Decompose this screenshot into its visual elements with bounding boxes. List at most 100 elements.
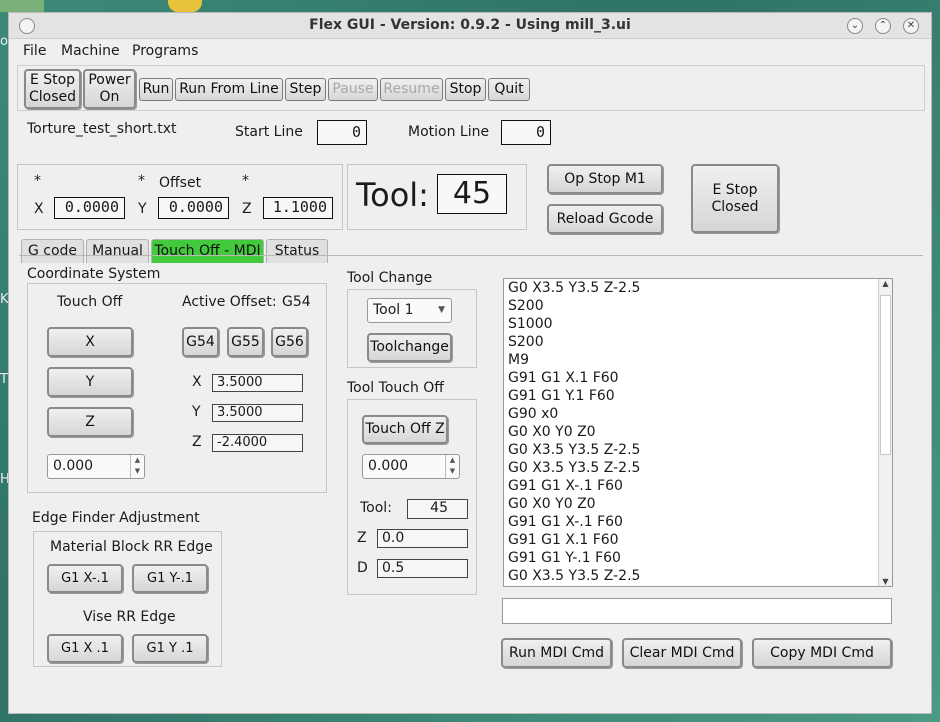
mdi-history-item[interactable]: G0 X3.5 Y3.5 Z-2.5	[504, 567, 892, 585]
mdi-history-list[interactable]: G0 X3.5 Y3.5 Z-2.5 S200 S1000 S200 M9 G91 G1 …	[503, 278, 893, 587]
mdi-history-lines: G0 X3.5 Y3.5 Z-2.5 S200 S1000 S200 M9 G91 G1 …	[504, 279, 892, 585]
op-stop-button[interactable]: Op Stop M1	[547, 164, 663, 194]
clear-mdi-button[interactable]: Clear MDI Cmd	[622, 638, 742, 668]
start-line-label: Start Line	[235, 124, 303, 140]
power-button[interactable]: Power On	[83, 69, 136, 109]
mdi-history-item[interactable]: G91 G1 X-.1 F60	[504, 477, 892, 495]
touch-off-value-spinbox[interactable]: 0.000 ▲ ▼	[47, 454, 145, 479]
mdi-history-item[interactable]: S1000	[504, 315, 892, 333]
g1-y-minus-button[interactable]: G1 Y-.1	[132, 564, 208, 593]
tool-touch-off-value: 0.000	[368, 458, 409, 474]
scroll-thumb[interactable]	[880, 295, 891, 455]
material-block-label: Material Block RR Edge	[50, 539, 213, 555]
coord-system-title: Coordinate System	[27, 266, 161, 282]
x-homed-indicator: *	[34, 173, 41, 189]
run-from-line-button[interactable]: Run From Line	[175, 78, 283, 101]
touch-off-x-button[interactable]: X	[47, 327, 133, 357]
g56-button[interactable]: G56	[271, 327, 308, 357]
menu-bar: File Machine Programs	[9, 40, 931, 64]
scroll-down-icon[interactable]: ▼	[879, 577, 892, 586]
motion-line-value: 0	[501, 120, 551, 145]
touch-off-y-button[interactable]: Y	[47, 367, 133, 397]
estop-status-button[interactable]: E Stop Closed	[691, 164, 779, 233]
scrollbar[interactable]: ▲ ▼	[878, 279, 892, 586]
title-bar[interactable]: Flex GUI - Version: 0.9.2 - Using mill_3…	[9, 13, 931, 39]
desktop-icon	[168, 0, 202, 12]
reload-gcode-button[interactable]: Reload Gcode	[547, 204, 663, 234]
g1-x-minus-button[interactable]: G1 X-.1	[47, 564, 123, 593]
mdi-history-item[interactable]: G0 X3.5 Y3.5 Z-2.5	[504, 459, 892, 477]
tab-gcode[interactable]: G code	[21, 239, 84, 263]
mdi-history-item[interactable]: S200	[504, 297, 892, 315]
g55-button[interactable]: G55	[227, 327, 264, 357]
tool-z-value: 0.0	[377, 529, 468, 548]
start-line-value: 0	[317, 120, 367, 145]
mdi-history-item[interactable]: G0 X0 Y0 Z0	[504, 495, 892, 513]
run-button[interactable]: Run	[139, 78, 173, 101]
offset-z-value: -2.4000	[212, 434, 303, 452]
offset-z-label: Z	[192, 434, 202, 450]
mdi-history-item[interactable]: M9	[504, 351, 892, 369]
mdi-history-item[interactable]: G91 G1 X.1 F60	[504, 531, 892, 549]
mdi-history-item[interactable]: G91 G1 Y.1 F60	[504, 387, 892, 405]
z-homed-indicator: *	[242, 173, 249, 189]
touch-off-value: 0.000	[53, 458, 94, 474]
resume-button[interactable]: Resume	[380, 78, 443, 101]
window-title: Flex GUI - Version: 0.9.2 - Using mill_3…	[309, 17, 631, 33]
tool-select-value: Tool 1	[373, 302, 414, 318]
scroll-up-icon[interactable]: ▲	[879, 279, 892, 288]
tool-select[interactable]: Tool 1 ▼	[367, 298, 452, 323]
mdi-history-item[interactable]: G91 G1 X.1 F60	[504, 369, 892, 387]
edge-finder-title: Edge Finder Adjustment	[32, 510, 200, 526]
tab-divider	[19, 255, 923, 256]
tab-status[interactable]: Status	[266, 239, 328, 263]
copy-mdi-button[interactable]: Copy MDI Cmd	[752, 638, 892, 668]
mdi-history-item[interactable]: S200	[504, 333, 892, 351]
mdi-history-item[interactable]: G90 x0	[504, 405, 892, 423]
estop-button[interactable]: E Stop Closed	[24, 69, 81, 109]
menu-machine[interactable]: Machine	[61, 43, 120, 59]
mdi-history-item[interactable]: G0 X3.5 Y3.5 Z-2.5	[504, 441, 892, 459]
mdi-input[interactable]	[502, 598, 892, 624]
tab-manual[interactable]: Manual	[86, 239, 149, 263]
close-icon[interactable]: ✕	[903, 18, 919, 34]
mdi-history-item[interactable]: G0 X0 Y0 Z0	[504, 423, 892, 441]
motion-line-label: Motion Line	[408, 124, 490, 140]
minimize-icon[interactable]: ⌄	[847, 18, 863, 34]
spin-arrows-icon[interactable]: ▲ ▼	[445, 455, 459, 478]
file-name: Torture_test_short.txt	[27, 121, 177, 137]
menu-programs[interactable]: Programs	[132, 43, 198, 59]
quit-button[interactable]: Quit	[488, 78, 530, 101]
tool-number-value: 45	[407, 499, 468, 519]
y-homed-indicator: *	[138, 173, 145, 189]
toolchange-button[interactable]: Toolchange	[367, 333, 452, 362]
mdi-history-item[interactable]: G91 G1 Y-.1 F60	[504, 549, 892, 567]
chevron-down-icon: ▼	[438, 305, 445, 315]
tool-touch-off-title: Tool Touch Off	[347, 380, 444, 396]
offset-x-label: X	[192, 374, 202, 390]
tool-touch-off-spinbox[interactable]: 0.000 ▲ ▼	[362, 454, 460, 479]
mdi-history-item[interactable]: G0 X3.5 Y3.5 Z-2.5	[504, 279, 892, 297]
touch-off-label: Touch Off	[57, 294, 123, 310]
touch-off-z-button[interactable]: Z	[47, 407, 133, 437]
tab-touch-off-mdi[interactable]: Touch Off - MDI	[151, 239, 264, 263]
offset-y-value: 3.5000	[212, 404, 303, 422]
mdi-history-item[interactable]: G91 G1 X-.1 F60	[504, 513, 892, 531]
spin-arrows-icon[interactable]: ▲ ▼	[130, 455, 144, 478]
dro-y-label: Y	[138, 201, 147, 217]
dro-z-value: 1.1000	[263, 197, 333, 219]
menu-file[interactable]: File	[23, 43, 46, 59]
dro-y-value: 0.0000	[158, 197, 229, 219]
offset-y-label: Y	[192, 404, 201, 420]
g54-button[interactable]: G54	[182, 327, 219, 357]
g1-y-plus-button[interactable]: G1 Y .1	[132, 634, 208, 663]
g1-x-plus-button[interactable]: G1 X .1	[47, 634, 123, 663]
run-mdi-button[interactable]: Run MDI Cmd	[501, 638, 612, 668]
dro-z-label: Z	[242, 201, 252, 217]
maximize-icon[interactable]: ⌃	[875, 18, 891, 34]
touch-off-z-tool-button[interactable]: Touch Off Z	[362, 415, 448, 444]
step-button[interactable]: Step	[285, 78, 326, 101]
stop-button[interactable]: Stop	[445, 78, 486, 101]
tool-number: 45	[437, 174, 507, 214]
pause-button[interactable]: Pause	[328, 78, 378, 101]
